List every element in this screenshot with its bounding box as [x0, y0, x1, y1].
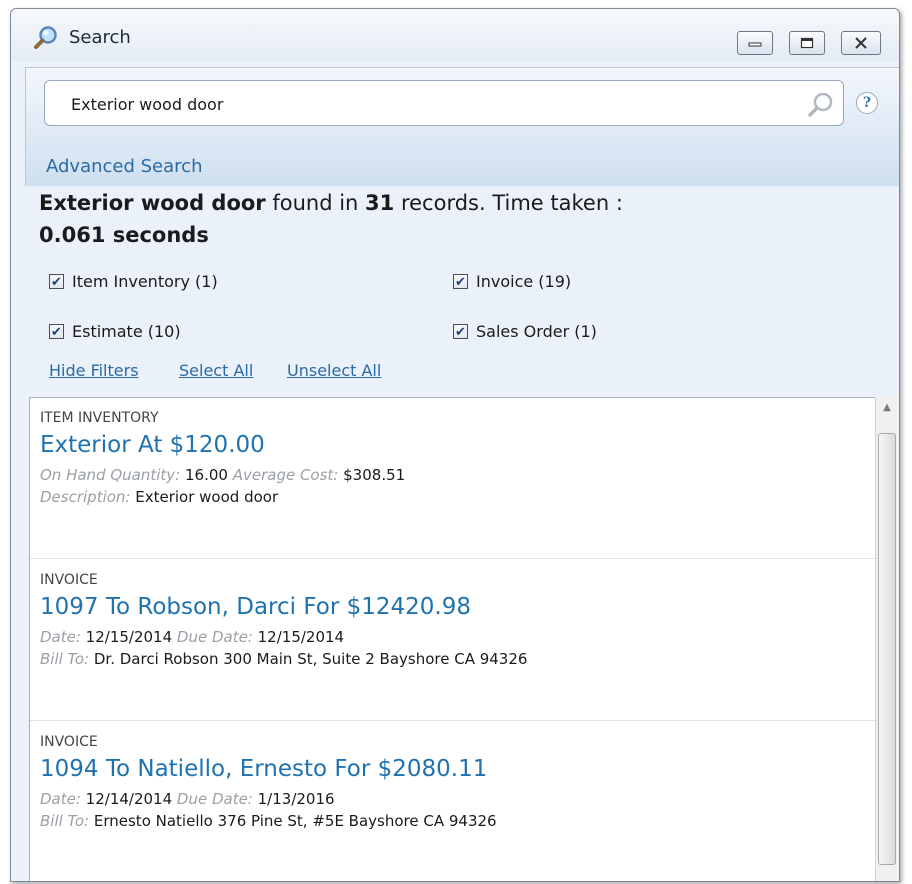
field-value: 12/15/2014 — [80, 628, 177, 646]
summary-tail: records. Time taken : — [394, 191, 623, 215]
filter-invoice[interactable]: Invoice (19) — [453, 271, 572, 294]
field-label: On Hand Quantity: — [40, 466, 181, 484]
summary-query: Exterior wood door — [39, 191, 266, 215]
advanced-search-link[interactable]: Advanced Search — [46, 156, 202, 177]
search-box — [44, 80, 844, 126]
result-title-link[interactable]: 1097 To Robson, Darci For $12420.98 — [40, 594, 471, 620]
search-input[interactable] — [69, 91, 773, 117]
field-label: Description: — [40, 488, 131, 506]
help-icon[interactable]: ? — [856, 92, 878, 114]
results-list: ITEM INVENTORY Exterior At $120.00 On Ha… — [29, 397, 880, 881]
field-label: Date: — [40, 628, 81, 646]
filter-label: Sales Order (1) — [476, 322, 597, 341]
result-item[interactable]: ITEM INVENTORY Exterior At $120.00 On Ha… — [30, 398, 876, 559]
maximize-button[interactable] — [789, 31, 825, 55]
hide-filters-link[interactable]: Hide Filters — [49, 361, 139, 380]
select-all-link[interactable]: Select All — [179, 361, 253, 380]
field-label: Bill To: — [40, 812, 90, 830]
minimize-button[interactable] — [737, 31, 773, 55]
maximize-icon — [800, 37, 814, 49]
search-icon[interactable] — [807, 91, 835, 119]
filter-sales-order[interactable]: Sales Order (1) — [453, 321, 597, 344]
result-type: INVOICE — [40, 734, 98, 750]
summary-found-in: found in — [265, 191, 366, 215]
field-value: Dr. Darci Robson 300 Main St, Suite 2 Ba… — [89, 650, 528, 668]
checkbox-checked-icon[interactable] — [453, 272, 468, 294]
close-button[interactable] — [841, 31, 881, 55]
result-detail-line: Date: 12/14/2014 Due Date: 1/13/2016 — [40, 790, 335, 808]
result-item[interactable]: INVOICE 1094 To Natiello, Ernesto For $2… — [30, 722, 876, 881]
minimize-icon — [748, 42, 762, 47]
field-value: 16.00 — [180, 466, 233, 484]
filter-item-inventory[interactable]: Item Inventory (1) — [49, 271, 218, 294]
field-value: 12/15/2014 — [252, 628, 345, 646]
field-value: $308.51 — [338, 466, 406, 484]
result-detail-line: On Hand Quantity: 16.00 Average Cost: $3… — [40, 466, 405, 484]
checkbox-checked-icon[interactable] — [453, 322, 468, 344]
filter-label: Estimate (10) — [72, 322, 181, 341]
result-type: INVOICE — [40, 572, 98, 588]
filter-estimate[interactable]: Estimate (10) — [49, 321, 181, 344]
window-title: Search — [69, 27, 131, 48]
summary-time: 0.061 seconds — [39, 223, 209, 247]
result-detail-line: Bill To: Dr. Darci Robson 300 Main St, S… — [40, 650, 527, 668]
results-scrollbar[interactable]: ▲ — [875, 397, 898, 881]
filter-label: Invoice (19) — [476, 272, 572, 291]
search-panel: ? Advanced Search — [25, 67, 899, 186]
field-value: Ernesto Natiello 376 Pine St, #5E Baysho… — [89, 812, 497, 830]
result-type: ITEM INVENTORY — [40, 410, 159, 426]
field-value: 12/14/2014 — [80, 790, 177, 808]
field-label: Bill To: — [40, 650, 90, 668]
result-detail-line: Bill To: Ernesto Natiello 376 Pine St, #… — [40, 812, 497, 830]
result-item[interactable]: INVOICE 1097 To Robson, Darci For $12420… — [30, 560, 876, 721]
result-title-link[interactable]: 1094 To Natiello, Ernesto For $2080.11 — [40, 756, 487, 782]
scroll-up-arrow-icon[interactable]: ▲ — [876, 397, 898, 419]
search-summary: Exterior wood door found in 31 records. … — [39, 187, 799, 251]
field-label: Date: — [40, 790, 81, 808]
checkbox-checked-icon[interactable] — [49, 272, 64, 294]
filter-label: Item Inventory (1) — [72, 272, 218, 291]
result-title-link[interactable]: Exterior At $120.00 — [40, 432, 265, 458]
field-label: Due Date: — [176, 790, 253, 808]
summary-count: 31 — [365, 191, 395, 215]
unselect-all-link[interactable]: Unselect All — [287, 361, 381, 380]
field-label: Due Date: — [176, 628, 253, 646]
title-bar: Search — [11, 9, 899, 61]
field-label: Average Cost: — [232, 466, 339, 484]
close-icon — [855, 37, 867, 49]
checkbox-checked-icon[interactable] — [49, 322, 64, 344]
field-value: 1/13/2016 — [252, 790, 335, 808]
result-detail-line: Description: Exterior wood door — [40, 488, 278, 506]
scroll-thumb[interactable] — [878, 433, 896, 865]
field-value: Exterior wood door — [130, 488, 279, 506]
search-window: Search ? Advanced Search — [10, 8, 900, 882]
magnifier-icon — [34, 26, 57, 49]
result-detail-line: Date: 12/15/2014 Due Date: 12/15/2014 — [40, 628, 344, 646]
